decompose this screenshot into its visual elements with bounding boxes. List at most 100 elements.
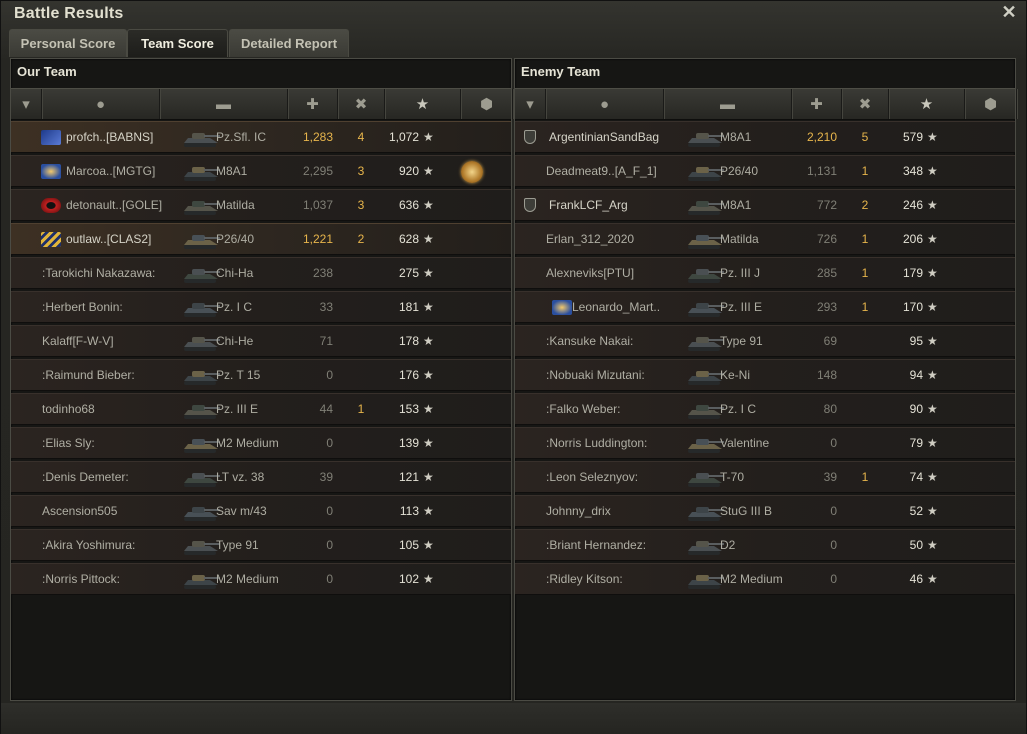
table-row[interactable]: Ascension505 Sav m/43 0 113 ★ — [11, 495, 511, 527]
table-row[interactable]: :Norris Pittock: M2 Medium 0 102 ★ — [11, 563, 511, 595]
clan-blue-icon — [41, 130, 61, 145]
player-name[interactable]: Deadmeat9..[A_F_1] — [546, 156, 685, 186]
frags-value — [845, 530, 885, 560]
table-row[interactable]: :Falko Weber: Pz. I C 80 90 ★ — [515, 393, 1015, 425]
rank-shield-icon — [524, 198, 536, 212]
player-name[interactable]: :Briant Hernandez: — [546, 530, 685, 560]
player-name[interactable]: profch..[BABNS] — [66, 122, 181, 152]
frags-value: 2 — [861, 198, 869, 212]
player-name[interactable]: Alexneviks[PTU] — [546, 258, 685, 288]
player-name[interactable]: ArgentinianSandBag — [549, 122, 685, 152]
player-name[interactable]: Marcoa..[MGTG] — [66, 156, 181, 186]
player-name[interactable]: detonault..[GOLE] — [66, 190, 181, 220]
xp-star-icon: ★ — [423, 368, 434, 382]
table-row[interactable]: :Tarokichi Nakazawa: Chi-Ha 238 275 ★ — [11, 257, 511, 289]
column-header-tank[interactable]: ▬ — [664, 89, 792, 119]
table-row[interactable]: ArgentinianSandBag M8A1 2,210 5 579 ★ — [515, 121, 1015, 153]
table-row[interactable]: :Herbert Bonin: Pz. I C 33 181 ★ — [11, 291, 511, 323]
tab-detailed-report[interactable]: Detailed Report — [229, 29, 349, 57]
table-row[interactable]: Kalaff[F-W-V] Chi-He 71 178 ★ — [11, 325, 511, 357]
table-row[interactable]: :Elias Sly: M2 Medium 0 139 ★ — [11, 427, 511, 459]
column-header-medal[interactable]: ⬢ — [461, 89, 513, 119]
column-header-player[interactable]: ● — [42, 89, 160, 119]
player-name[interactable]: FrankLCF_Arg — [549, 190, 685, 220]
column-header-squad[interactable]: ▾ — [11, 89, 42, 119]
close-icon[interactable]: ✕ — [1000, 3, 1018, 21]
frags-value — [341, 292, 381, 322]
player-name[interactable]: Kalaff[F-W-V] — [42, 326, 181, 356]
tank-name: M2 Medium — [720, 572, 783, 586]
damage-value: 238 — [312, 266, 333, 280]
xp-star-icon: ★ — [927, 470, 938, 484]
xp-star-icon: ★ — [423, 130, 434, 144]
frags-value: 1 — [861, 232, 869, 246]
damage-value: 0 — [326, 436, 333, 450]
table-row[interactable]: :Leon Seleznyov: T-70 39 1 74 ★ — [515, 461, 1015, 493]
player-name[interactable]: :Akira Yoshimura: — [42, 530, 181, 560]
tab-team-score[interactable]: Team Score — [127, 29, 228, 57]
table-row[interactable]: Johnny_drix StuG III B 0 52 ★ — [515, 495, 1015, 527]
player-name[interactable]: :Ridley Kitson: — [546, 564, 685, 594]
player-name[interactable]: Ascension505 — [42, 496, 181, 526]
table-row[interactable]: profch..[BABNS] Pz.Sfl. IC 1,283 4 1,072 ★ — [11, 121, 511, 153]
xp-value: 920 — [398, 164, 419, 178]
tab-personal-score[interactable]: Personal Score — [9, 29, 127, 57]
table-row[interactable]: FrankLCF_Arg M8A1 772 2 246 ★ — [515, 189, 1015, 221]
table-row[interactable]: :Ridley Kitson: M2 Medium 0 46 ★ — [515, 563, 1015, 595]
table-row[interactable]: :Raimund Bieber: Pz. T 15 0 176 ★ — [11, 359, 511, 391]
xp-star-icon: ★ — [927, 402, 938, 416]
table-row[interactable]: :Briant Hernandez: D2 0 50 ★ — [515, 529, 1015, 561]
column-header-damage[interactable]: ✚ — [792, 89, 842, 119]
column-header-xp-star[interactable]: ★ — [385, 89, 461, 119]
clan-chevron-icon — [41, 232, 61, 247]
damage-icon: ✚ — [306, 96, 319, 113]
table-row[interactable]: Deadmeat9..[A_F_1] P26/40 1,131 1 348 ★ — [515, 155, 1015, 187]
frags-value: 1 — [861, 266, 869, 280]
column-header-player[interactable]: ● — [546, 89, 664, 119]
player-name[interactable]: outlaw..[CLAS2] — [66, 224, 181, 254]
player-name[interactable]: :Norris Pittock: — [42, 564, 181, 594]
column-header-frags[interactable]: ✖ — [338, 89, 385, 119]
player-name[interactable]: :Tarokichi Nakazawa: — [42, 258, 181, 288]
table-row[interactable]: Erlan_312_2020 Matilda 726 1 206 ★ — [515, 223, 1015, 255]
player-name[interactable]: todinho68 — [42, 394, 181, 424]
player-name[interactable]: :Elias Sly: — [42, 428, 181, 458]
player-name[interactable]: :Denis Demeter: — [42, 462, 181, 492]
player-name[interactable]: Erlan_312_2020 — [546, 224, 685, 254]
column-header-squad[interactable]: ▾ — [515, 89, 546, 119]
table-row[interactable]: :Kansuke Nakai: Type 91 69 95 ★ — [515, 325, 1015, 357]
medal-icon[interactable] — [461, 161, 483, 183]
table-row[interactable]: :Nobuaki Mizutani: Ke-Ni 148 94 ★ — [515, 359, 1015, 391]
tank-name: M2 Medium — [216, 572, 279, 586]
player-name[interactable]: :Nobuaki Mizutani: — [546, 360, 685, 390]
table-row[interactable]: Alexneviks[PTU] Pz. III J 285 1 179 ★ — [515, 257, 1015, 289]
damage-value: 0 — [830, 504, 837, 518]
column-header-medal[interactable]: ⬢ — [965, 89, 1017, 119]
frags-value — [845, 394, 885, 424]
table-row[interactable]: :Denis Demeter: LT vz. 38 39 121 ★ — [11, 461, 511, 493]
table-row[interactable]: :Norris Luddington: Valentine 0 79 ★ — [515, 427, 1015, 459]
table-row[interactable]: :Akira Yoshimura: Type 91 0 105 ★ — [11, 529, 511, 561]
player-name[interactable]: :Raimund Bieber: — [42, 360, 181, 390]
xp-value: 105 — [398, 538, 419, 552]
player-name[interactable]: :Herbert Bonin: — [42, 292, 181, 322]
table-row[interactable]: detonault..[GOLE] Matilda 1,037 3 636 ★ — [11, 189, 511, 221]
table-row[interactable]: Leonardo_Mart.. Pz. III E 293 1 170 ★ — [515, 291, 1015, 323]
player-name[interactable]: Leonardo_Mart.. — [572, 292, 685, 322]
tank-name: Pz. T 15 — [216, 368, 261, 382]
xp-value: 178 — [398, 334, 419, 348]
table-row[interactable]: Marcoa..[MGTG] M8A1 2,295 3 920 ★ — [11, 155, 511, 187]
player-name[interactable]: :Norris Luddington: — [546, 428, 685, 458]
column-header-frags[interactable]: ✖ — [842, 89, 889, 119]
table-row[interactable]: todinho68 Pz. III E 44 1 153 ★ — [11, 393, 511, 425]
column-header-damage[interactable]: ✚ — [288, 89, 338, 119]
player-name[interactable]: :Kansuke Nakai: — [546, 326, 685, 356]
table-row[interactable]: outlaw..[CLAS2] P26/40 1,221 2 628 ★ — [11, 223, 511, 255]
tank-name: P26/40 — [720, 164, 759, 178]
player-icon: ● — [599, 95, 610, 113]
player-name[interactable]: :Falko Weber: — [546, 394, 685, 424]
player-name[interactable]: Johnny_drix — [546, 496, 685, 526]
column-header-xp-star[interactable]: ★ — [889, 89, 965, 119]
player-name[interactable]: :Leon Seleznyov: — [546, 462, 685, 492]
column-header-tank[interactable]: ▬ — [160, 89, 288, 119]
